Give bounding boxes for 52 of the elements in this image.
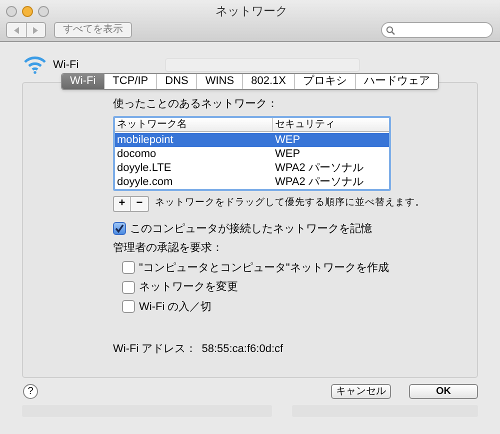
- checkbox[interactable]: [122, 261, 135, 274]
- tab[interactable]: TCP/IP: [104, 74, 156, 89]
- address-value: 58:55:ca:f6:0d:cf: [202, 342, 284, 356]
- minimize-button[interactable]: [22, 6, 33, 16]
- network-name: doyyle.com: [116, 174, 174, 188]
- remember-networks-label: このコンピュータが接続したネットワークを記憶: [130, 222, 372, 236]
- option-label: ネットワークを変更: [139, 280, 238, 295]
- forward-icon: [33, 26, 38, 34]
- add-button[interactable]: +: [114, 196, 131, 210]
- tab[interactable]: プロキシ: [294, 74, 355, 89]
- tab[interactable]: ハードウェア: [354, 74, 438, 89]
- tab[interactable]: WINS: [196, 74, 242, 89]
- address-label: Wi-Fi アドレス：: [113, 342, 197, 356]
- search-icon: [386, 26, 395, 34]
- close-button[interactable]: [6, 6, 17, 16]
- network-row[interactable]: docomo WEP: [115, 146, 389, 160]
- checkbox[interactable]: [122, 300, 135, 314]
- security-type: WPA2 パーソナル: [274, 160, 364, 174]
- cancel-button[interactable]: キャンセル: [331, 384, 391, 399]
- admin-approval-label: 管理者の承認を要求：: [113, 241, 224, 256]
- reorder-hint: ネットワークをドラッグして優先する順序に並べ替えます。: [155, 196, 425, 210]
- zoom-button[interactable]: [38, 6, 49, 16]
- remove-button[interactable]: −: [131, 196, 148, 210]
- search-field[interactable]: [381, 22, 493, 38]
- option-label: Wi-Fi の入／切: [139, 300, 212, 314]
- tab[interactable]: Wi-Fi: [62, 74, 104, 89]
- section-label: 使ったことのあるネットワーク：: [113, 97, 279, 112]
- checkmark-icon: [115, 224, 124, 234]
- network-row[interactable]: mobilepoint WEP: [115, 132, 389, 146]
- option-label: "コンピュータとコンピュータ"ネットワークを作成: [139, 260, 389, 276]
- network-name: docomo: [116, 146, 158, 160]
- network-row[interactable]: doyyle.com WPA2 パーソナル: [115, 174, 389, 188]
- tab[interactable]: 802.1X: [242, 74, 294, 89]
- column-header[interactable]: ネットワーク名: [115, 118, 273, 130]
- checkbox[interactable]: [113, 222, 126, 236]
- back-icon: [14, 26, 19, 34]
- window-title: ネットワーク: [214, 3, 288, 20]
- security-type: WEP: [274, 132, 302, 146]
- network-name: doyyle.LTE: [116, 160, 172, 174]
- show-all-button[interactable]: すべてを表示: [54, 22, 132, 38]
- help-button[interactable]: ?: [23, 384, 38, 399]
- service-name: Wi-Fi: [53, 58, 79, 73]
- network-row[interactable]: doyyle.LTE WPA2 パーソナル: [115, 160, 389, 174]
- tab[interactable]: DNS: [156, 74, 196, 89]
- security-type: WPA2 パーソナル: [274, 174, 364, 188]
- checkbox[interactable]: [122, 280, 135, 294]
- wifi-icon: [23, 56, 47, 74]
- back-forward-control[interactable]: [6, 22, 46, 38]
- security-type: WEP: [274, 146, 302, 160]
- column-header[interactable]: セキュリティ: [273, 118, 389, 130]
- network-name: mobilepoint: [116, 132, 174, 146]
- ok-button[interactable]: OK: [409, 384, 478, 399]
